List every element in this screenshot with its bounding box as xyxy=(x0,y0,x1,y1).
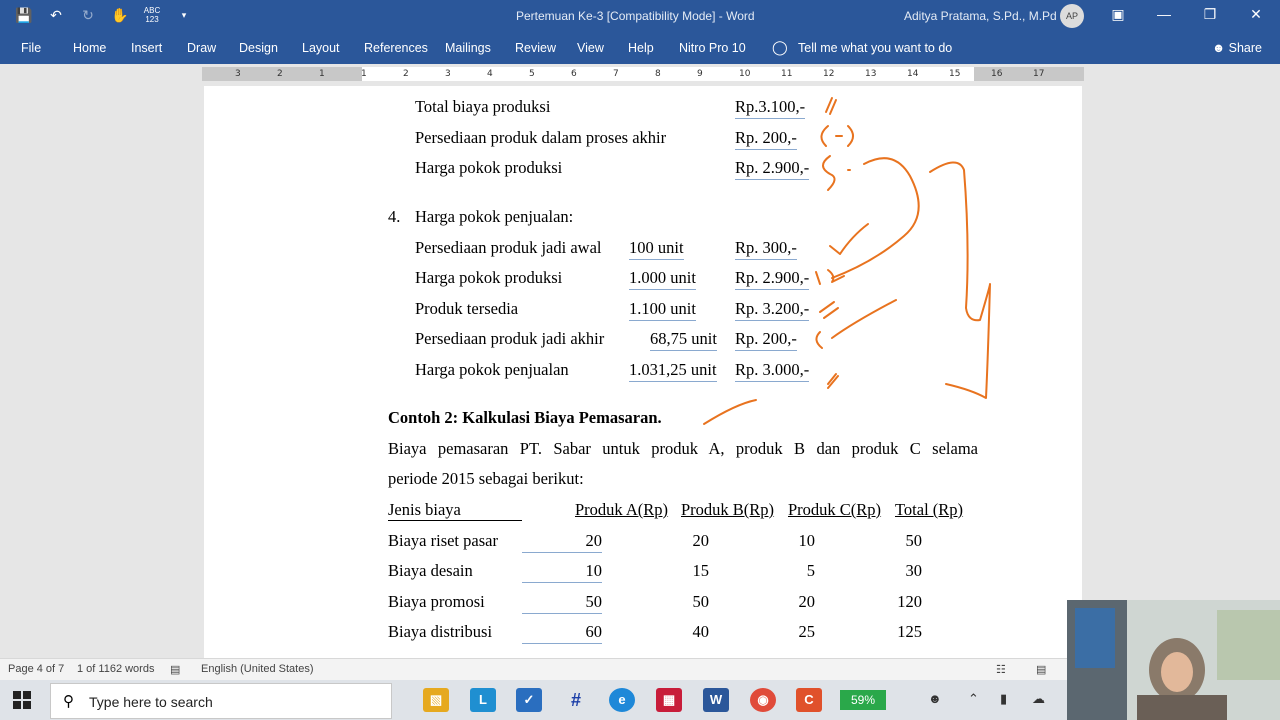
tab-references[interactable]: References xyxy=(364,41,428,55)
ruler-tick-label: 3 xyxy=(445,69,451,79)
ruler-tick-label: 4 xyxy=(487,69,493,79)
presenter-video xyxy=(1067,600,1280,720)
user-name[interactable]: Aditya Pratama, S.Pd., M.Pd xyxy=(904,9,1057,23)
touch-mode-icon[interactable]: ✋ xyxy=(110,7,130,24)
ruler-tick-label: 5 xyxy=(529,69,535,79)
ruler-tick-label: 9 xyxy=(697,69,703,79)
ribbon-tabs: File Home Insert Draw Design Layout Refe… xyxy=(0,32,1280,64)
battery-tray-icon[interactable]: ▮ xyxy=(1000,691,1007,707)
network-icon[interactable]: ☁ xyxy=(1032,691,1045,707)
webcam-overlay xyxy=(1067,600,1280,720)
show-hidden-icon[interactable]: ⌃ xyxy=(968,691,979,707)
search-icon: ⚲ xyxy=(63,693,74,710)
ruler[interactable]: 3 2 1 1 2 3 4 5 6 7 8 9 10 11 12 13 14 15 16 17 xyxy=(0,64,1280,84)
title-bar: 💾 ↶ ↻ ✋ ABC 123 ▾ Pertemuan Ke-3 [Compati… xyxy=(0,0,1280,32)
ruler-tick-label: 14 xyxy=(907,69,919,79)
redo-icon[interactable]: ↻ xyxy=(78,7,98,24)
share-label: Share xyxy=(1228,41,1262,55)
ruler-tick-label: 15 xyxy=(949,69,961,79)
customize-qat-icon[interactable]: ▾ xyxy=(174,10,194,21)
ink-mark xyxy=(827,373,839,389)
ruler-tick-label: 10 xyxy=(739,69,751,79)
word-count[interactable]: 1 of 1162 words xyxy=(77,663,154,675)
document-page[interactable]: Total biaya produksi Rp.3.100,- Persedia… xyxy=(204,86,1082,658)
tab-design[interactable]: Design xyxy=(239,41,278,55)
ruler-tick-label: 11 xyxy=(781,69,793,79)
ink-mark xyxy=(819,301,839,319)
chrome-icon[interactable]: ◉ xyxy=(750,688,776,712)
spelling-icon[interactable]: ABC 123 xyxy=(142,6,162,24)
ink-annotations xyxy=(703,97,991,425)
minimize-icon[interactable]: — xyxy=(1154,6,1174,22)
tab-file[interactable]: File xyxy=(21,41,41,55)
taskbar-search-input[interactable]: ⚲ Type here to search xyxy=(50,683,392,719)
page-count[interactable]: Page 4 of 7 xyxy=(8,663,64,675)
ink-mark xyxy=(831,157,920,279)
ruler-tick-label: 16 xyxy=(991,69,1003,79)
restore-icon[interactable]: ❐ xyxy=(1200,6,1220,23)
word-icon[interactable]: W xyxy=(703,688,729,712)
ribbon-display-icon[interactable]: ▣ xyxy=(1108,6,1128,23)
ruler-tick-label: 3 xyxy=(235,69,241,79)
ink-mark xyxy=(815,269,845,285)
lightbulb-icon: ◯ xyxy=(772,39,788,55)
tell-me-input[interactable]: Tell me what you want to do xyxy=(798,41,952,55)
ink-mark xyxy=(825,97,837,115)
language[interactable]: English (United States) xyxy=(201,663,314,675)
ink-mark xyxy=(929,161,991,399)
share-button[interactable]: ☻ Share xyxy=(1212,41,1262,55)
tab-insert[interactable]: Insert xyxy=(131,41,162,55)
windows-start-icon[interactable] xyxy=(12,690,32,710)
app-red-icon[interactable]: ▦ xyxy=(656,688,682,712)
app-c-icon[interactable]: C xyxy=(796,688,822,712)
ruler-numbers: 3 2 1 1 2 3 4 5 6 7 8 9 10 11 12 13 14 15 16 17 xyxy=(202,67,1084,81)
ruler-tick-label: 6 xyxy=(571,69,577,79)
ruler-tick-label: 7 xyxy=(613,69,619,79)
ruler-tick-label: 2 xyxy=(277,69,283,79)
file-explorer-icon[interactable]: ▧ xyxy=(423,688,449,712)
ruler-tick-label: 12 xyxy=(823,69,835,79)
tab-layout[interactable]: Layout xyxy=(302,41,340,55)
ruler-tick-label: 2 xyxy=(403,69,409,79)
close-icon[interactable]: ✕ xyxy=(1246,6,1266,23)
tab-view[interactable]: View xyxy=(577,41,604,55)
tab-nitro[interactable]: Nitro Pro 10 xyxy=(679,41,746,55)
ruler-tick-label: 1 xyxy=(319,69,325,79)
document-title: Pertemuan Ke-3 [Compatibility Mode] - Wo… xyxy=(516,9,755,23)
tab-home[interactable]: Home xyxy=(73,41,106,55)
tab-help[interactable]: Help xyxy=(628,41,654,55)
people-icon[interactable]: ☻ xyxy=(928,691,942,706)
search-placeholder: Type here to search xyxy=(89,694,213,710)
ink-mark xyxy=(829,223,869,255)
app-l-icon[interactable]: L xyxy=(470,688,496,712)
print-layout-icon[interactable]: ▤ xyxy=(1036,663,1046,676)
ruler-tick-label: 13 xyxy=(865,69,877,79)
edge-icon[interactable]: e xyxy=(609,688,635,712)
ink-mark xyxy=(820,125,854,147)
whiteboard-icon[interactable]: ✓ xyxy=(516,688,542,712)
tab-mailings[interactable]: Mailings xyxy=(445,41,491,55)
quick-access-toolbar: 💾 ↶ ↻ ✋ ABC 123 ▾ xyxy=(14,6,194,24)
tab-draw[interactable]: Draw xyxy=(187,41,216,55)
avatar[interactable]: AP xyxy=(1060,4,1084,28)
ruler-tick-label: 1 xyxy=(361,69,367,79)
save-icon[interactable]: 💾 xyxy=(14,7,34,24)
tab-review[interactable]: Review xyxy=(515,41,556,55)
ruler-tick-label: 17 xyxy=(1033,69,1045,79)
proofing-icon[interactable]: ▤ xyxy=(170,663,180,676)
hashtag-app-icon[interactable]: # xyxy=(563,688,589,712)
undo-icon[interactable]: ↶ xyxy=(46,7,66,24)
ruler-tick-label: 8 xyxy=(655,69,661,79)
ink-mark xyxy=(703,399,757,425)
battery-indicator[interactable]: 59% xyxy=(840,690,886,710)
ink-mark xyxy=(822,155,851,191)
read-mode-icon[interactable]: ☷ xyxy=(996,663,1006,676)
